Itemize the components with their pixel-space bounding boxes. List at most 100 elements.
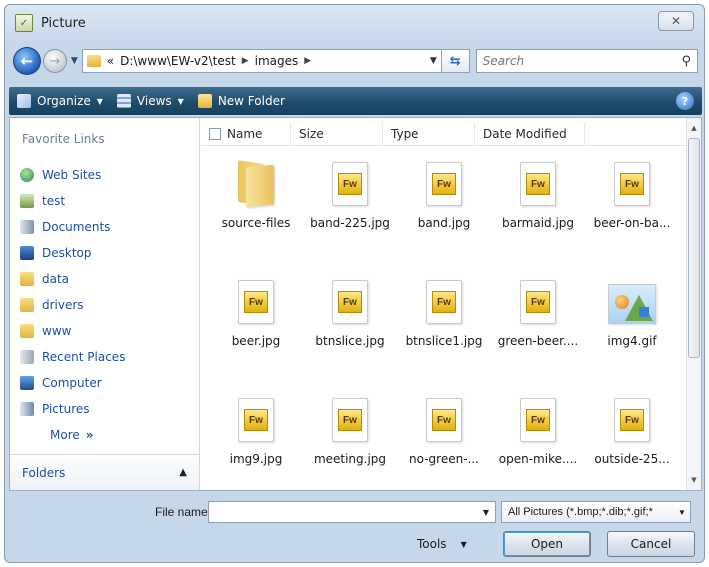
nav-item-label: Web Sites xyxy=(42,168,102,182)
navigation-pane: Favorite Links Web Sites test Documents … xyxy=(10,118,200,490)
file-name-label: beer.jpg xyxy=(231,334,281,348)
search-box[interactable]: ⚲ xyxy=(475,49,698,73)
nav-item-drivers[interactable]: drivers xyxy=(20,292,125,318)
address-bar[interactable]: « D:\www\EW-v2\test ▶ images ▶ ▼ xyxy=(81,49,442,73)
refresh-icon: ⇆ xyxy=(449,53,461,69)
nav-item-label: Documents xyxy=(42,220,111,234)
views-caret-icon: ▼ xyxy=(177,96,184,106)
close-button[interactable]: ✕ xyxy=(658,11,694,31)
column-size[interactable]: Size xyxy=(291,122,383,146)
select-all-checkbox[interactable] xyxy=(209,128,221,140)
nav-item-label: drivers xyxy=(42,298,84,312)
nav-item-label: test xyxy=(42,194,66,208)
fireworks-file-icon: Fw xyxy=(426,280,462,324)
more-links[interactable]: More » xyxy=(20,422,125,448)
fireworks-badge: Fw xyxy=(526,409,550,431)
file-item[interactable]: Fw btnslice.jpg xyxy=(303,270,397,388)
file-item[interactable]: source-files xyxy=(209,152,303,270)
nav-item-desktop[interactable]: Desktop xyxy=(20,240,125,266)
cancel-button[interactable]: Cancel xyxy=(607,531,695,557)
folder-icon xyxy=(232,160,280,208)
file-name-label: green-beer.... xyxy=(497,334,579,348)
help-button[interactable]: ? xyxy=(676,92,694,110)
folders-toggle[interactable]: Folders ▲ xyxy=(10,454,199,490)
breadcrumb-path[interactable]: D:\www\EW-v2\test xyxy=(120,54,236,68)
nav-item-web-sites[interactable]: Web Sites xyxy=(20,162,125,188)
fireworks-file-icon: Fw xyxy=(614,398,650,442)
scroll-down-icon[interactable]: ▼ xyxy=(687,472,701,488)
file-item[interactable]: Fw no-green-... xyxy=(397,388,491,506)
fireworks-badge: Fw xyxy=(432,173,456,195)
file-thumbnail: Fw xyxy=(231,270,281,324)
tools-button[interactable]: Tools ▼ xyxy=(417,533,467,555)
nav-item-label: www xyxy=(42,324,72,338)
file-name-field[interactable]: ▼ xyxy=(208,501,496,523)
file-grid: source-files Fw band-225.jpg Fw band.jpg Fw ba… xyxy=(209,152,679,506)
file-item[interactable]: Fw green-beer.... xyxy=(491,270,585,388)
column-name[interactable]: Name xyxy=(201,122,291,146)
file-name-label: outside-25... xyxy=(594,452,670,466)
file-item[interactable]: Fw beer-on-ba... xyxy=(585,152,679,270)
nav-item-recent-places[interactable]: Recent Places xyxy=(20,344,125,370)
column-date-modified[interactable]: Date Modified xyxy=(475,122,585,146)
globe-icon xyxy=(20,168,34,182)
file-type-select[interactable]: All Pictures (*.bmp;*.dib;*.gif;* ▼ xyxy=(501,501,691,523)
file-item[interactable]: Fw beer.jpg xyxy=(209,270,303,388)
breadcrumb-chevron-icon[interactable]: ▶ xyxy=(242,56,249,66)
favorite-links-heading: Favorite Links xyxy=(22,132,105,146)
breadcrumb-images[interactable]: images xyxy=(255,54,299,68)
file-item[interactable]: Fw band-225.jpg xyxy=(303,152,397,270)
forward-button[interactable]: → xyxy=(42,49,67,73)
address-dropdown-icon[interactable]: ▼ xyxy=(430,56,437,66)
vertical-scrollbar[interactable]: ▲ ▼ xyxy=(686,118,701,490)
tools-caret-icon: ▼ xyxy=(460,539,467,549)
file-thumbnail: Fw xyxy=(513,270,563,324)
desktop-icon xyxy=(20,246,34,260)
nav-item-pictures[interactable]: Pictures xyxy=(20,396,125,422)
file-thumbnail xyxy=(231,152,281,208)
file-item[interactable]: Fw outside-25... xyxy=(585,388,679,506)
dialog-footer: File name: ▼ All Pictures (*.bmp;*.dib;*… xyxy=(5,493,704,562)
folder-icon xyxy=(86,55,101,67)
views-button[interactable]: Views ▼ xyxy=(116,94,184,108)
file-item[interactable]: Fw meeting.jpg xyxy=(303,388,397,506)
file-item[interactable]: Fw btnslice1.jpg xyxy=(397,270,491,388)
search-icon[interactable]: ⚲ xyxy=(681,54,691,69)
folder-icon xyxy=(20,272,34,286)
file-item[interactable]: Fw open-mike.... xyxy=(491,388,585,506)
file-name-input[interactable] xyxy=(209,502,477,522)
nav-item-documents[interactable]: Documents xyxy=(20,214,125,240)
file-item[interactable]: Fw img9.jpg xyxy=(209,388,303,506)
folders-label: Folders xyxy=(22,465,66,480)
file-name-label: File name: xyxy=(155,505,212,519)
nav-item-data[interactable]: data xyxy=(20,266,125,292)
nav-item-test[interactable]: test xyxy=(20,188,125,214)
new-folder-icon xyxy=(197,94,212,108)
back-button[interactable]: ← xyxy=(13,47,41,75)
organize-button[interactable]: Organize ▼ xyxy=(17,94,103,108)
file-item[interactable]: img4.gif xyxy=(585,270,679,388)
column-type[interactable]: Type xyxy=(383,122,475,146)
fireworks-file-icon: Fw xyxy=(332,398,368,442)
nav-item-computer[interactable]: Computer xyxy=(20,370,125,396)
scroll-up-icon[interactable]: ▲ xyxy=(687,120,701,136)
search-input[interactable] xyxy=(482,54,682,68)
file-item[interactable]: Fw barmaid.jpg xyxy=(491,152,585,270)
fireworks-file-icon: Fw xyxy=(614,162,650,206)
history-dropdown-icon[interactable]: ▼ xyxy=(71,56,78,66)
file-name-label: btnslice.jpg xyxy=(315,334,385,348)
nav-item-www[interactable]: www xyxy=(20,318,125,344)
folder-icon xyxy=(20,298,34,312)
fireworks-badge: Fw xyxy=(432,291,456,313)
scrollbar-thumb[interactable] xyxy=(688,138,700,358)
file-name-dropdown-icon[interactable]: ▼ xyxy=(477,508,495,517)
fireworks-file-icon: Fw xyxy=(238,280,274,324)
new-folder-button[interactable]: New Folder xyxy=(197,94,285,108)
open-button[interactable]: Open xyxy=(503,531,591,557)
refresh-button[interactable]: ⇆ xyxy=(441,49,470,73)
breadcrumb-chevron-icon[interactable]: ▶ xyxy=(304,56,311,66)
breadcrumb-overflow[interactable]: « xyxy=(107,54,114,68)
organize-caret-icon: ▼ xyxy=(96,96,103,106)
file-thumbnail: Fw xyxy=(419,152,469,206)
file-item[interactable]: Fw band.jpg xyxy=(397,152,491,270)
